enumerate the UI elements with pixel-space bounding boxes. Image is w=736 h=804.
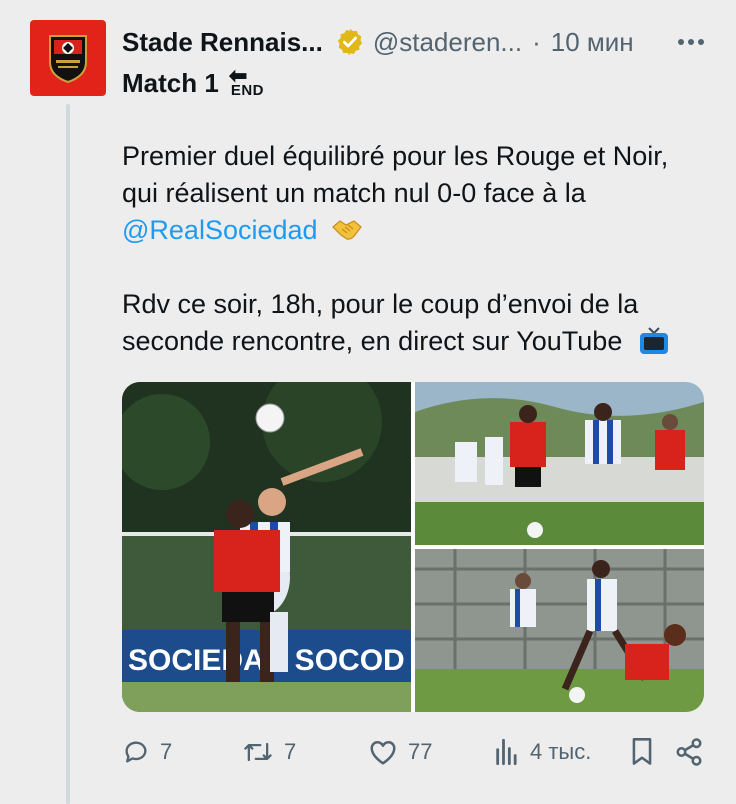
match-title: Match 1 — [122, 67, 219, 98]
like-count: 77 — [408, 739, 433, 764]
text-line-with-mention: @RealSociedad — [122, 212, 712, 249]
mention-link[interactable]: @RealSociedad — [122, 215, 318, 245]
views-icon — [496, 738, 517, 766]
photo-header-duel[interactable]: SOCIEDAD SOCOD — [122, 382, 411, 712]
text-line: qui réalisent un match nul 0-0 face à la — [122, 178, 586, 208]
tv-icon — [639, 327, 668, 354]
bookmark-icon — [632, 738, 652, 765]
bookmark-button[interactable] — [630, 737, 674, 767]
end-arrow-icon: ⬅ END — [228, 63, 264, 100]
separator-dot: · — [532, 26, 541, 57]
text-line: seconde rencontre, en direct sur YouTube — [122, 326, 623, 356]
share-button[interactable] — [674, 737, 704, 767]
handshake-icon — [332, 220, 362, 240]
text-line-with-emoji: seconde rencontre, en direct sur YouTube — [122, 323, 712, 360]
verified-icon — [337, 28, 362, 56]
avatar[interactable] — [30, 20, 106, 96]
photo-tackle[interactable] — [415, 549, 704, 712]
tweet-text: Premier duel équilibré pour les Rouge et… — [122, 138, 712, 360]
like-icon — [370, 740, 396, 765]
thread-line — [66, 104, 70, 804]
action-bar: 7 7 77 4 тыс. — [122, 732, 704, 772]
retweet-count: 7 — [284, 739, 297, 764]
like-button[interactable]: 77 — [368, 738, 494, 766]
reply-icon — [125, 741, 147, 763]
reply-button[interactable]: 7 — [122, 738, 242, 766]
retweet-button[interactable]: 7 — [242, 738, 368, 766]
more-icon[interactable] — [678, 39, 706, 45]
timestamp[interactable]: 10 мин — [551, 27, 634, 58]
tweet-title-line: Match 1 ⬅ END — [122, 63, 267, 100]
text-line: Premier duel équilibré pour les Rouge et… — [122, 141, 669, 171]
text-line: Rdv ce soir, 18h, pour le coup d’envoi d… — [122, 289, 639, 319]
tweet-header: Stade Rennais... @staderen... · 10 мин — [122, 22, 706, 62]
photo-attack[interactable] — [415, 382, 704, 545]
end-arrow-label: END — [230, 82, 264, 99]
reply-count: 7 — [160, 739, 173, 764]
author-handle[interactable]: @staderen... — [373, 27, 522, 58]
media-grid[interactable]: SOCIEDAD SOCOD — [122, 382, 704, 712]
club-crest-logo — [49, 35, 87, 84]
share-icon — [676, 738, 702, 766]
author-name[interactable]: Stade Rennais... — [122, 27, 323, 58]
views-count: 4 тыс. — [530, 739, 592, 764]
retweet-icon — [244, 742, 272, 762]
views-button[interactable]: 4 тыс. — [494, 738, 630, 766]
